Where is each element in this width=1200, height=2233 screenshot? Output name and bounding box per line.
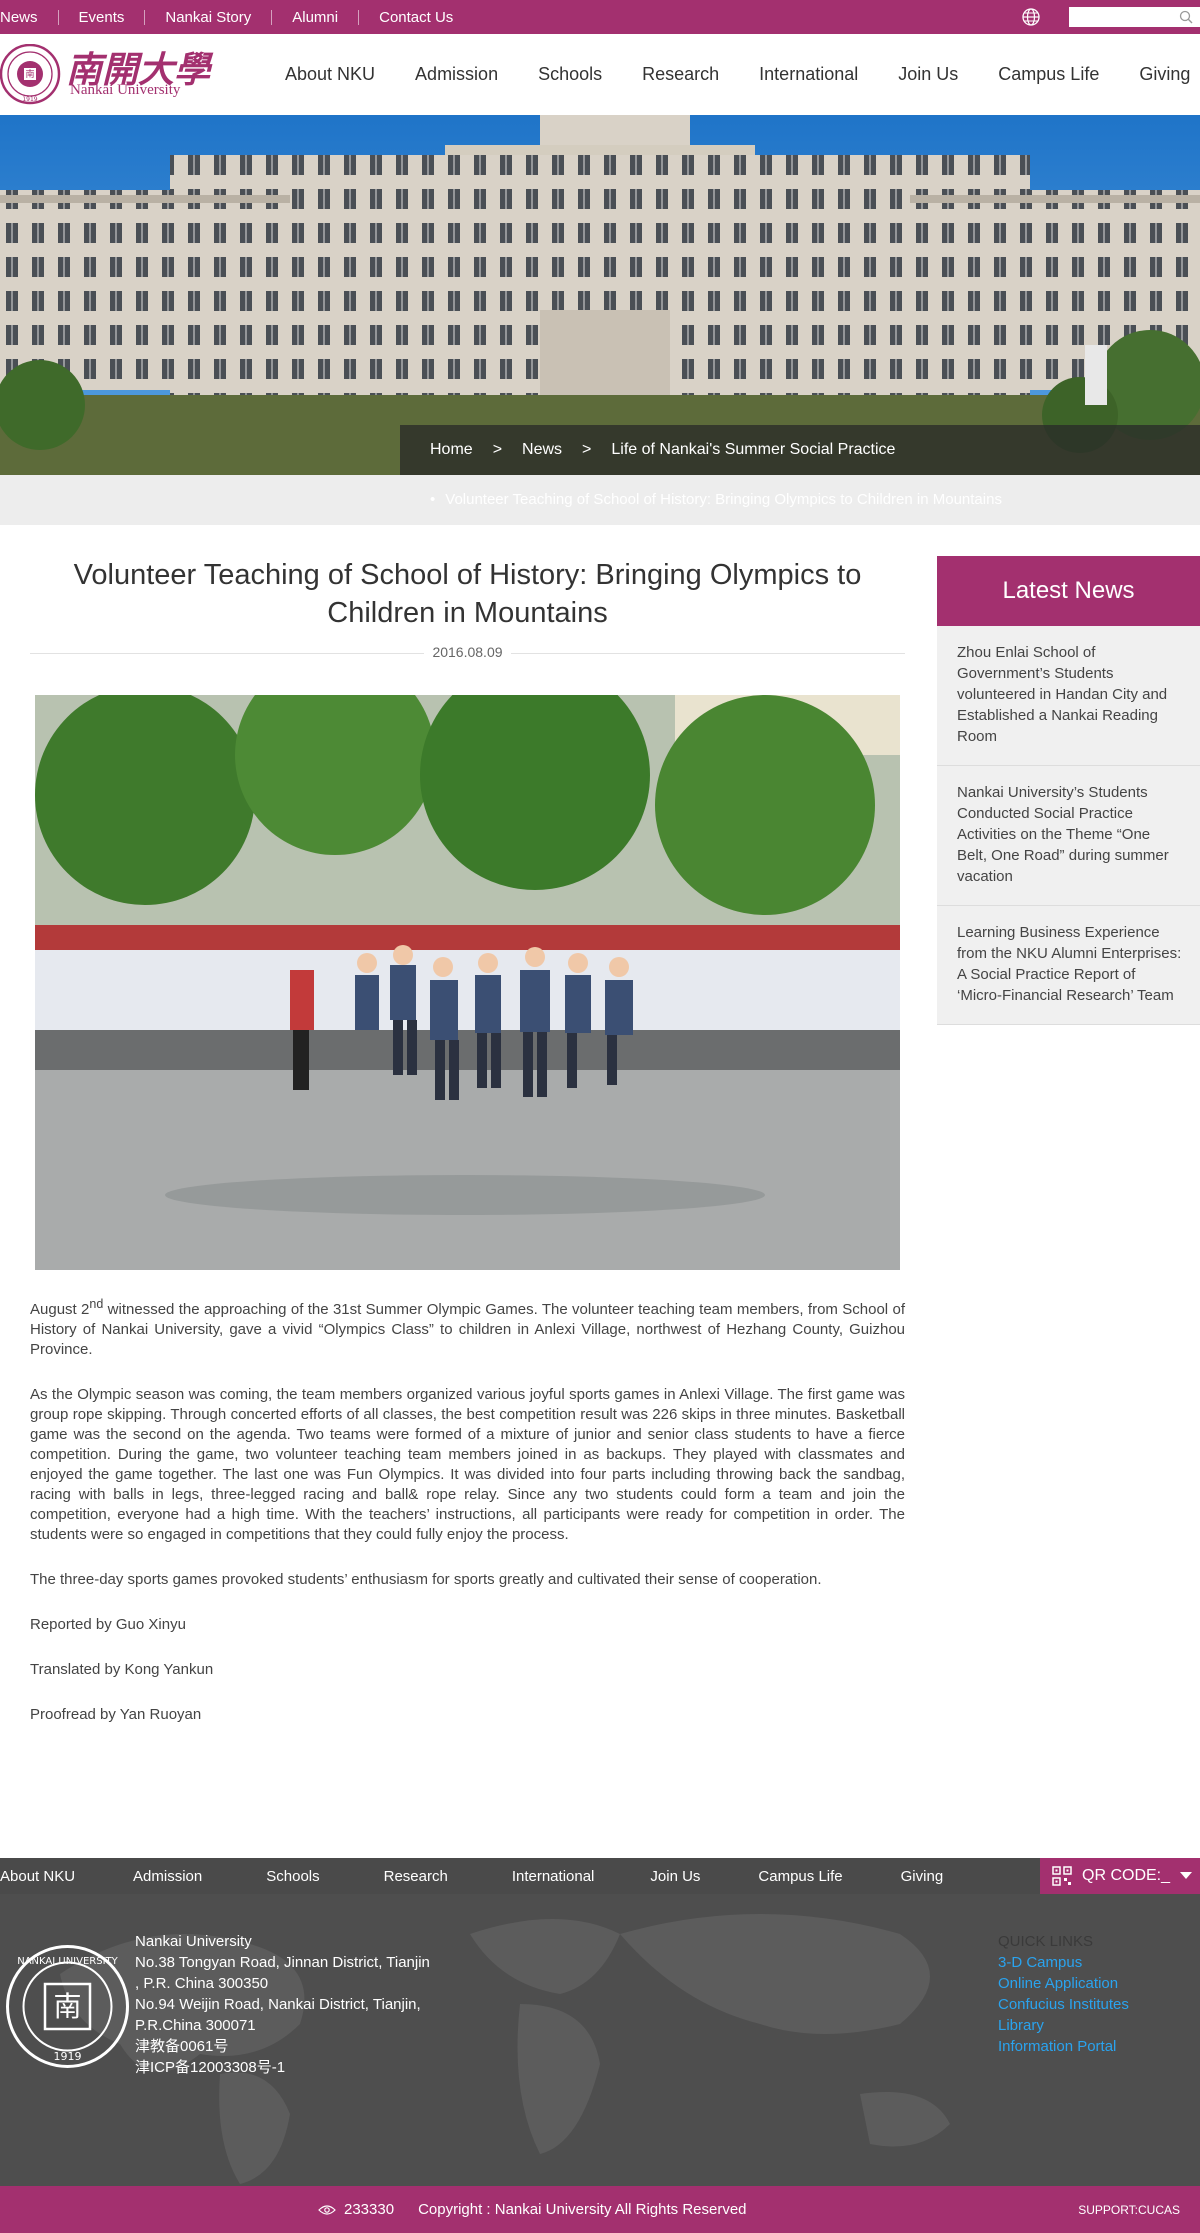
language-globe-icon[interactable]	[1021, 7, 1041, 27]
top-bar: News Events Nankai Story Alumni Contact …	[0, 0, 1200, 34]
hero-building-image	[0, 115, 1200, 475]
qr-code-dropdown[interactable]: QR CODE:_	[1040, 1858, 1200, 1894]
nankai-university-seal: 南 NANKAI UNIVERSITY 1919	[6, 1945, 129, 2068]
footer-nav-campus-life[interactable]: Campus Life	[758, 1868, 842, 1885]
main-nav: About NKU Admission Schools Research Int…	[265, 34, 1200, 115]
latest-news-sidebar: Latest News Zhou Enlai School of Governm…	[937, 556, 1200, 1025]
paragraph-1-superscript: nd	[89, 1297, 104, 1311]
utility-link-contact-us[interactable]: Contact Us	[359, 10, 473, 25]
qr-code-label: QR CODE:_	[1082, 1867, 1171, 1884]
svg-text:1919: 1919	[54, 2050, 82, 2063]
article-body: August 2nd witnessed the approaching of …	[30, 1294, 905, 1750]
article-date: 2016.08.09	[424, 644, 511, 660]
breadcrumb-home[interactable]: Home	[430, 441, 473, 459]
address-line: No.38 Tongyan Road, Jinnan District, Tia…	[135, 1954, 430, 1971]
copyright-center: 233330 Copyright : Nankai University All…	[318, 2186, 747, 2233]
nav-international[interactable]: International	[759, 64, 858, 85]
article-title: Volunteer Teaching of School of History:…	[73, 559, 862, 629]
quick-link-library[interactable]: Library	[998, 2015, 1129, 2036]
utility-link-alumni[interactable]: Alumni	[272, 9, 360, 25]
quick-link-information-portal[interactable]: Information Portal	[998, 2036, 1129, 2057]
address-line: 津教备0061号	[135, 2038, 229, 2055]
latest-news-item[interactable]: Learning Business Experience from the NK…	[937, 906, 1200, 1025]
latest-news-item[interactable]: Nankai University’s Students Conducted S…	[937, 766, 1200, 906]
nav-campus-life[interactable]: Campus Life	[998, 64, 1099, 85]
utility-link-news[interactable]: News	[0, 9, 59, 25]
nav-join-us[interactable]: Join Us	[898, 64, 958, 85]
footer-nav-schools[interactable]: Schools	[266, 1868, 319, 1885]
quick-links-heading: QUICK LINKS	[998, 1933, 1094, 1950]
reporter-credit: Reported by Guo Xinyu	[30, 1616, 186, 1633]
logo-english-text: Nankai University	[70, 82, 181, 98]
current-page-bar: • Volunteer Teaching of School of History…	[0, 475, 1200, 525]
footer-nav-giving[interactable]: Giving	[901, 1868, 944, 1885]
footer-address: Nankai University No.38 Tongyan Road, Ji…	[135, 1931, 465, 2078]
address-line: Nankai University	[135, 1933, 252, 1950]
quick-link-confucius-institutes[interactable]: Confucius Institutes	[998, 1994, 1129, 2015]
latest-news-heading: Latest News	[937, 556, 1200, 626]
translator-credit: Translated by Kong Yankun	[30, 1661, 214, 1678]
breadcrumb-separator: >	[582, 441, 592, 458]
paragraph-1-rest: witnessed the approaching of the 31st Su…	[30, 1301, 905, 1358]
address-line: , P.R. China 300350	[135, 1975, 269, 1992]
search-icon[interactable]	[1178, 9, 1194, 25]
address-line: P.R.China 300071	[135, 2017, 256, 2034]
site-footer: 南 NANKAI UNIVERSITY 1919 Nankai Universi…	[0, 1894, 1200, 2186]
utility-links: News Events Nankai Story Alumni Contact …	[0, 0, 473, 34]
nav-about-nku[interactable]: About NKU	[285, 64, 375, 85]
eye-icon	[318, 2204, 336, 2215]
quick-link-3d-campus[interactable]: 3-D Campus	[998, 1952, 1129, 1973]
breadcrumb-separator: >	[492, 441, 503, 458]
quick-links: QUICK LINKS 3-D Campus Online Applicatio…	[998, 1931, 1129, 2057]
article-paragraph-3: The three-day sports games provoked stud…	[30, 1571, 822, 1588]
qr-code-icon	[1052, 1866, 1072, 1886]
footer-nav-bar: About NKU Admission Schools Research Int…	[0, 1858, 1200, 1894]
nav-giving[interactable]: Giving	[1139, 64, 1190, 85]
nav-admission[interactable]: Admission	[415, 64, 498, 85]
proofreader-credit: Proofread by Yan Ruoyan	[30, 1706, 202, 1723]
utility-link-nankai-story[interactable]: Nankai Story	[145, 9, 273, 25]
bullet-icon: •	[430, 491, 436, 508]
copyright-text: Copyright : Nankai University All Rights…	[418, 2201, 747, 2218]
footer-nav-join-us[interactable]: Join Us	[650, 1868, 700, 1885]
address-line: No.94 Weijin Road, Nankai District, Tian…	[135, 1996, 421, 2013]
nav-research[interactable]: Research	[642, 64, 719, 85]
visit-counter: 233330	[344, 2201, 395, 2218]
svg-text:南: 南	[25, 68, 34, 80]
nav-schools[interactable]: Schools	[538, 64, 602, 85]
breadcrumb: Home > News > Life of Nankai's Summer So…	[400, 425, 1200, 475]
footer-nav-international[interactable]: International	[512, 1868, 595, 1885]
footer-nav-about-nku[interactable]: About NKU	[0, 1868, 75, 1885]
article-paragraph-1: August 2nd witnessed the approaching of …	[30, 1294, 905, 1360]
site-header: 南 1919 南開大學 Nankai University About NKU …	[0, 34, 1200, 115]
footer-nav: About NKU Admission Schools Research Int…	[0, 1858, 1001, 1894]
svg-text:NANKAI UNIVERSITY: NANKAI UNIVERSITY	[17, 1956, 118, 1967]
utility-link-events[interactable]: Events	[59, 9, 146, 25]
support-link[interactable]: SUPPORT:CUCAS	[1078, 2203, 1180, 2217]
breadcrumb-section[interactable]: Life of Nankai's Summer Social Practice	[611, 441, 895, 459]
article-paragraph-2: As the Olympic season was coming, the te…	[30, 1386, 905, 1543]
article-date-wrap: 2016.08.09	[30, 644, 905, 660]
footer-nav-research[interactable]: Research	[384, 1868, 448, 1885]
svg-text:1919: 1919	[22, 96, 37, 103]
address-line: 津ICP备12003308号-1	[135, 2059, 286, 2076]
quick-link-online-application[interactable]: Online Application	[998, 1973, 1129, 1994]
current-page-title: Volunteer Teaching of School of History:…	[445, 491, 1002, 508]
copyright-bar: 233330 Copyright : Nankai University All…	[0, 2186, 1200, 2233]
latest-news-item[interactable]: Zhou Enlai School of Government’s Studen…	[937, 626, 1200, 766]
chevron-down-icon	[1180, 1872, 1192, 1879]
paragraph-1-start: August 2	[30, 1301, 90, 1318]
footer-nav-admission[interactable]: Admission	[133, 1868, 202, 1885]
breadcrumb-news[interactable]: News	[522, 441, 562, 459]
article-photo	[35, 695, 900, 1270]
svg-text:南: 南	[53, 1990, 81, 2023]
